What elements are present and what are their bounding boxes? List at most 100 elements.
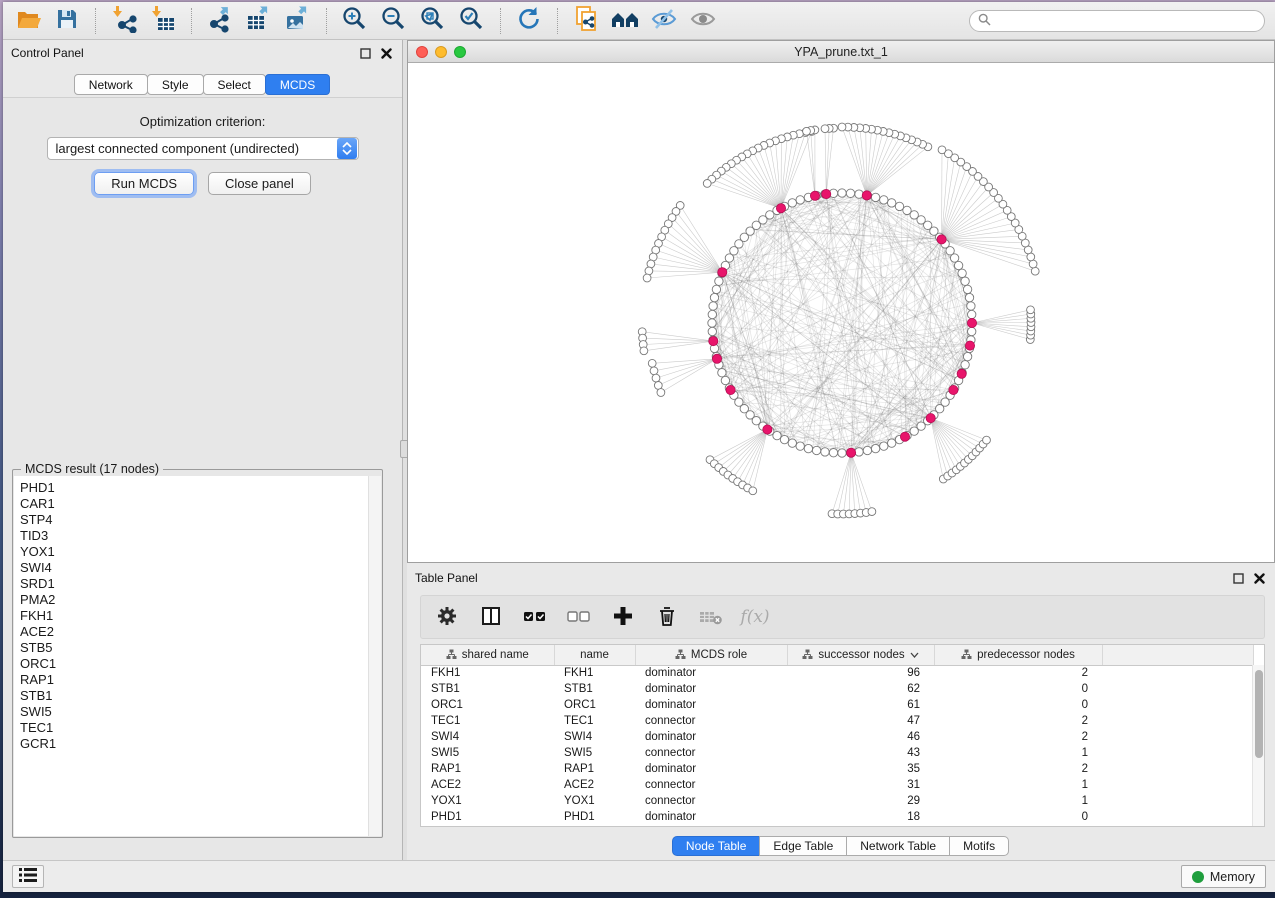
hide-selected-button[interactable] — [649, 6, 679, 36]
network-mcds-node[interactable] — [712, 354, 721, 363]
network-ring-node[interactable] — [968, 310, 976, 318]
mcds-result-item[interactable]: STP4 — [20, 512, 368, 528]
mcds-result-item[interactable]: CAR1 — [20, 496, 368, 512]
network-ring-node[interactable] — [961, 277, 969, 285]
network-leaf-node[interactable] — [652, 374, 660, 382]
mcds-result-item[interactable]: SWI4 — [20, 560, 368, 576]
refresh-button[interactable] — [514, 6, 544, 36]
network-ring-node[interactable] — [871, 444, 879, 452]
task-history-button[interactable] — [12, 865, 44, 888]
table-row[interactable]: RAP1RAP1dominator352 — [421, 761, 1254, 777]
close-table-panel-button[interactable] — [1252, 571, 1267, 586]
network-ring-node[interactable] — [888, 199, 896, 207]
show-columns-button[interactable] — [479, 605, 503, 629]
network-ring-node[interactable] — [954, 261, 962, 269]
float-table-panel-button[interactable] — [1231, 571, 1246, 586]
column-header-predecessor-nodes[interactable]: predecessor nodes — [934, 645, 1102, 665]
search-box[interactable] — [969, 10, 1265, 32]
network-ring-node[interactable] — [715, 277, 723, 285]
network-leaf-node[interactable] — [657, 389, 665, 397]
export-image-button[interactable] — [283, 6, 313, 36]
network-ring-node[interactable] — [804, 444, 812, 452]
network-mcds-node[interactable] — [776, 204, 785, 213]
network-ring-node[interactable] — [967, 302, 975, 310]
mcds-result-item[interactable]: STB5 — [20, 640, 368, 656]
network-ring-node[interactable] — [888, 439, 896, 447]
mcds-result-item[interactable]: SWI5 — [20, 704, 368, 720]
network-mcds-node[interactable] — [810, 191, 819, 200]
node-table[interactable]: shared name name MCDS role successor nod… — [421, 645, 1254, 825]
network-canvas-svg[interactable] — [408, 63, 1274, 562]
table-row[interactable]: TEC1TEC1connector472 — [421, 713, 1254, 729]
network-mcds-node[interactable] — [822, 189, 831, 198]
network-ring-node[interactable] — [903, 206, 911, 214]
network-leaf-node[interactable] — [749, 487, 757, 495]
network-ring-node[interactable] — [968, 327, 976, 335]
network-mcds-node[interactable] — [949, 385, 958, 394]
network-leaf-node[interactable] — [1027, 306, 1035, 314]
mcds-result-item[interactable]: SRD1 — [20, 576, 368, 592]
new-network-from-selection-button[interactable] — [571, 6, 601, 36]
zoom-in-button[interactable] — [340, 6, 370, 36]
mcds-result-item[interactable]: GCR1 — [20, 736, 368, 752]
table-row[interactable]: ACE2ACE2connector311 — [421, 777, 1254, 793]
network-ring-node[interactable] — [821, 448, 829, 456]
mcds-result-scrollbar[interactable] — [368, 476, 381, 836]
network-ring-node[interactable] — [963, 352, 971, 360]
deselect-all-button[interactable] — [567, 605, 591, 629]
network-ring-node[interactable] — [880, 196, 888, 204]
mcds-result-item[interactable]: YOX1 — [20, 544, 368, 560]
export-network-button[interactable] — [205, 6, 235, 36]
column-header-name[interactable]: name — [554, 645, 635, 665]
tab-network[interactable]: Network — [74, 74, 148, 95]
column-header-shared-name[interactable]: shared name — [421, 645, 554, 665]
network-ring-node[interactable] — [708, 319, 716, 327]
network-leaf-node[interactable] — [838, 123, 846, 131]
network-leaf-node[interactable] — [868, 508, 876, 516]
network-ring-node[interactable] — [855, 448, 863, 456]
network-ring-node[interactable] — [855, 190, 863, 198]
mcds-result-item[interactable]: TEC1 — [20, 720, 368, 736]
network-ring-node[interactable] — [812, 446, 820, 454]
network-mcds-node[interactable] — [847, 448, 856, 457]
network-ring-node[interactable] — [863, 446, 871, 454]
table-row[interactable]: SWI4SWI4dominator462 — [421, 729, 1254, 745]
network-mcds-node[interactable] — [937, 235, 946, 244]
close-panel-button[interactable] — [379, 46, 394, 61]
network-leaf-node[interactable] — [648, 359, 656, 367]
network-mcds-node[interactable] — [709, 337, 718, 346]
network-leaf-node[interactable] — [703, 180, 711, 188]
run-mcds-button[interactable]: Run MCDS — [94, 172, 194, 195]
network-mcds-node[interactable] — [726, 385, 735, 394]
memory-button[interactable]: Memory — [1181, 865, 1266, 888]
tab-select[interactable]: Select — [203, 74, 266, 95]
criterion-dropdown[interactable]: largest connected component (undirected) — [47, 137, 359, 160]
network-ring-node[interactable] — [708, 327, 716, 335]
network-leaf-node[interactable] — [1029, 260, 1037, 268]
network-leaf-node[interactable] — [938, 146, 946, 154]
network-ring-node[interactable] — [796, 196, 804, 204]
network-ring-node[interactable] — [712, 285, 720, 293]
network-ring-node[interactable] — [871, 193, 879, 201]
network-ring-node[interactable] — [708, 310, 716, 318]
network-ring-node[interactable] — [965, 293, 973, 301]
network-ring-node[interactable] — [718, 369, 726, 377]
network-ring-node[interactable] — [709, 302, 717, 310]
open-file-button[interactable] — [13, 6, 43, 36]
network-leaf-node[interactable] — [821, 125, 829, 133]
mcds-result-item[interactable]: ACE2 — [20, 624, 368, 640]
tab-style[interactable]: Style — [147, 74, 204, 95]
mcds-result-item[interactable]: ORC1 — [20, 656, 368, 672]
mcds-result-item[interactable]: RAP1 — [20, 672, 368, 688]
zoom-selected-button[interactable] — [457, 6, 487, 36]
network-leaf-node[interactable] — [645, 267, 653, 275]
add-button[interactable] — [611, 605, 635, 629]
network-ring-node[interactable] — [788, 199, 796, 207]
network-ring-node[interactable] — [961, 361, 969, 369]
close-window-traffic-light[interactable] — [416, 46, 428, 58]
network-mcds-node[interactable] — [763, 425, 772, 434]
network-leaf-node[interactable] — [650, 367, 658, 375]
network-ring-node[interactable] — [725, 254, 733, 262]
maximize-window-traffic-light[interactable] — [454, 46, 466, 58]
network-mcds-node[interactable] — [965, 341, 974, 350]
